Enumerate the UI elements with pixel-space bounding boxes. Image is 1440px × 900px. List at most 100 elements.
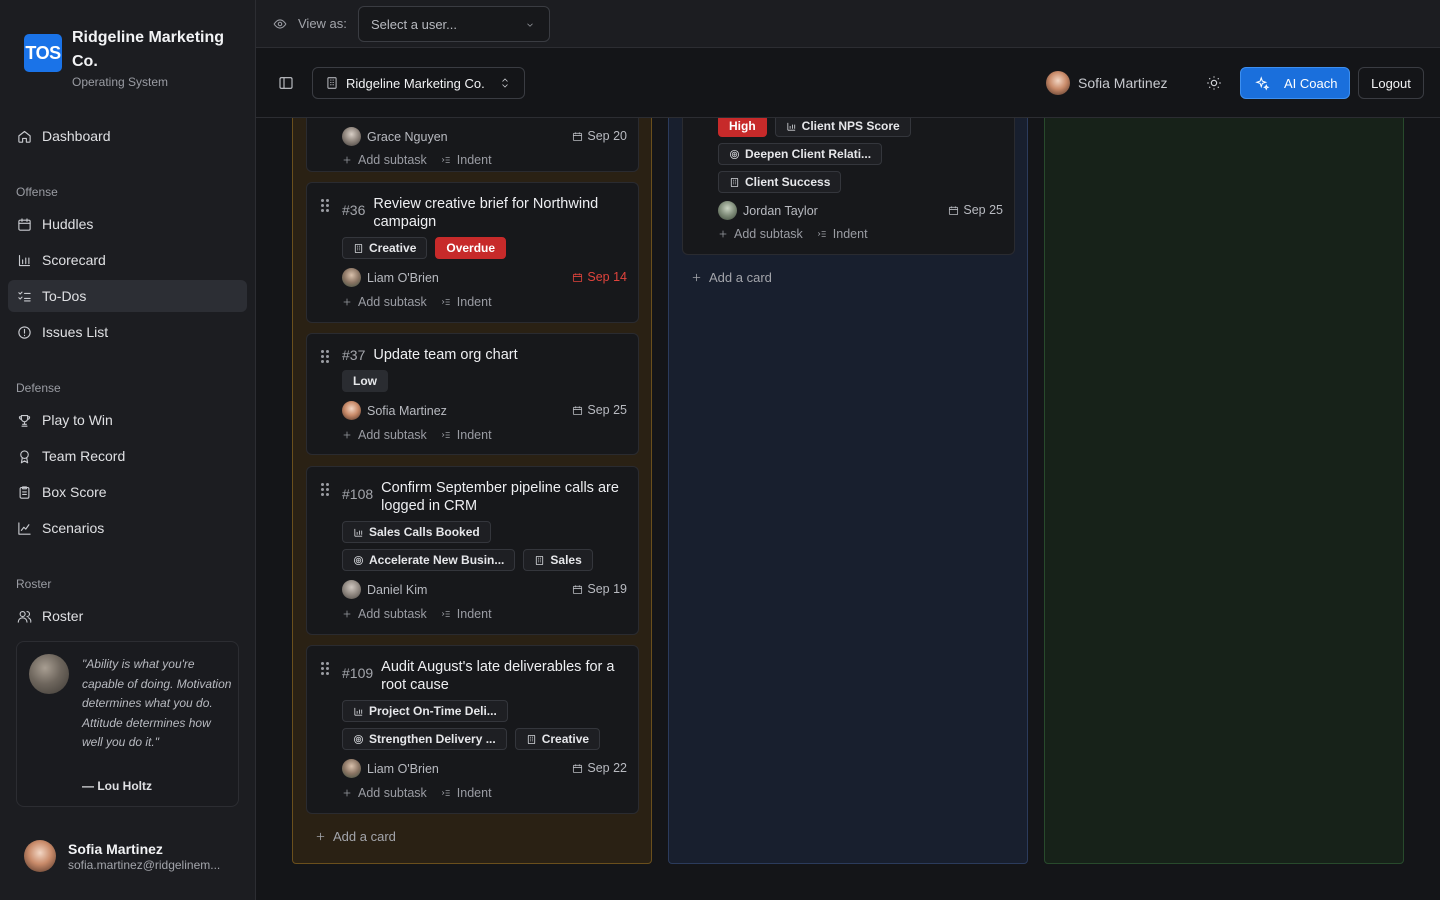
user-email: sofia.martinez@ridgelinem... [68, 857, 221, 872]
nav-label: To-Dos [42, 288, 87, 304]
card-title-text: Update team org chart [373, 347, 518, 363]
list-checks-icon [18, 291, 31, 301]
card-title[interactable]: #37 Update team org chart [342, 346, 627, 364]
goal-chip[interactable]: Strengthen Delivery ... [342, 728, 507, 750]
assignee: Sofia Martinez [342, 401, 447, 420]
due-date-text: Sep 25 [587, 403, 627, 417]
todo-card[interactable]: #37 Update team org chart Low Sofia Mart… [306, 333, 639, 455]
ai-coach-button[interactable]: AI Coach [1240, 67, 1350, 99]
clipboard-icon [19, 485, 30, 499]
nav-item-scenarios[interactable]: Scenarios [8, 512, 247, 544]
indent-button[interactable]: Indent [441, 295, 492, 309]
goal-chip[interactable]: Accelerate New Busin... [342, 549, 516, 571]
todo-card[interactable]: #109 Audit August's late deliverables fo… [306, 645, 639, 814]
indent-label: Indent [456, 295, 492, 309]
chip-label: Sales Calls Booked [369, 525, 480, 539]
nav-item-roster[interactable]: Roster [8, 600, 247, 632]
brand[interactable]: TOS Ridgeline Marketing Co. Operating Sy… [24, 26, 242, 89]
bar-chart-icon [354, 528, 363, 537]
add-subtask-button[interactable]: Add subtask [342, 295, 427, 309]
quote-card: "Ability is what you're capable of doing… [16, 641, 239, 807]
team-chip[interactable]: Client Success [718, 171, 842, 193]
card-title[interactable]: #108 Confirm September pipeline calls ar… [342, 479, 627, 515]
add-subtask-label: Add subtask [734, 227, 803, 241]
add-subtask-label: Add subtask [358, 153, 427, 167]
nav-label: Roster [42, 608, 84, 624]
building-icon [730, 177, 739, 187]
sun-icon[interactable] [1206, 75, 1222, 91]
avatar [342, 580, 361, 599]
chip-label: Client Success [745, 175, 831, 189]
indent-button[interactable]: Indent [441, 607, 492, 621]
todo-board: Grace Nguyen Sep 20 Add subtask Indent #… [256, 118, 1440, 900]
company-switcher[interactable]: Ridgeline Marketing Co. [312, 67, 525, 99]
add-subtask-button[interactable]: Add subtask [342, 607, 427, 621]
todo-card[interactable]: #108 Confirm September pipeline calls ar… [306, 466, 639, 635]
add-subtask-button[interactable]: Add subtask [718, 227, 803, 241]
add-card-button[interactable]: Add a card [315, 829, 396, 844]
indent-label: Indent [456, 607, 492, 621]
drag-handle-icon[interactable] [321, 199, 331, 213]
nav-item-box-score[interactable]: Box Score [8, 476, 247, 508]
nav-item-issues[interactable]: Issues List [8, 316, 247, 348]
add-subtask-label: Add subtask [358, 295, 427, 309]
nav-item-team-record[interactable]: Team Record [8, 440, 247, 472]
sidebar-toggle-icon[interactable] [278, 75, 294, 91]
card-title-text: Confirm September pipeline calls are log… [381, 480, 619, 514]
indent-icon [817, 231, 826, 237]
add-subtask-button[interactable]: Add subtask [342, 153, 427, 167]
nav-item-dashboard[interactable]: Dashboard [8, 120, 247, 152]
header-user-name: Sofia Martinez [1078, 75, 1168, 91]
nav-item-huddles[interactable]: Huddles [8, 208, 247, 240]
assignee-name: Sofia Martinez [367, 403, 447, 418]
indent-label: Indent [456, 428, 492, 442]
due-date: Sep 22 [572, 761, 627, 775]
indent-button[interactable]: Indent [441, 428, 492, 442]
nav-item-scorecard[interactable]: Scorecard [8, 244, 247, 276]
bar-chart-icon [354, 707, 363, 716]
logout-button[interactable]: Logout [1358, 67, 1424, 99]
metric-chip[interactable]: Client NPS Score [774, 118, 911, 137]
team-chip[interactable]: Sales [523, 549, 593, 571]
chip-label: Client NPS Score [801, 119, 900, 133]
avatar [342, 759, 361, 778]
view-as-select[interactable]: Select a user... [358, 6, 550, 42]
plus-icon [343, 298, 351, 306]
plus-icon [343, 156, 351, 164]
todo-card[interactable]: Grace Nguyen Sep 20 Add subtask Indent [306, 118, 639, 172]
indent-button[interactable]: Indent [441, 153, 492, 167]
indent-button[interactable]: Indent [817, 227, 868, 241]
user-profile[interactable]: Sofia Martinez sofia.martinez@ridgelinem… [24, 840, 220, 872]
team-chip[interactable]: Creative [342, 237, 428, 259]
team-chip[interactable]: Creative [514, 728, 601, 750]
nav-item-todos[interactable]: To-Dos [8, 280, 247, 312]
sparkles-icon [1255, 75, 1270, 90]
drag-handle-icon[interactable] [321, 483, 331, 497]
home-icon [18, 130, 31, 143]
todo-card[interactable]: High Client NPS Score Deepen Client Rela… [682, 118, 1015, 255]
add-subtask-button[interactable]: Add subtask [342, 428, 427, 442]
drag-handle-icon[interactable] [321, 350, 331, 364]
metric-chip[interactable]: Sales Calls Booked [342, 521, 491, 543]
target-icon [353, 734, 364, 744]
indent-icon [441, 299, 450, 305]
assignee-name: Daniel Kim [367, 582, 428, 597]
add-subtask-button[interactable]: Add subtask [342, 786, 427, 800]
nav-item-play-to-win[interactable]: Play to Win [8, 404, 247, 436]
add-card-button[interactable]: Add a card [691, 270, 772, 285]
card-number: #108 [342, 486, 374, 502]
quote-avatar [29, 654, 69, 694]
drag-handle-icon[interactable] [321, 662, 331, 676]
board-column-2: High Client NPS Score Deepen Client Rela… [668, 118, 1028, 864]
todo-card[interactable]: #36 Review creative brief for Northwind … [306, 182, 639, 323]
avatar [24, 840, 56, 872]
header-user[interactable]: Sofia Martinez [1046, 71, 1167, 95]
priority-badge: Low [342, 370, 388, 392]
indent-button[interactable]: Indent [441, 786, 492, 800]
goal-chip[interactable]: Deepen Client Relati... [718, 143, 883, 165]
metric-chip[interactable]: Project On-Time Deli... [342, 700, 508, 722]
card-title[interactable]: #36 Review creative brief for Northwind … [342, 195, 627, 231]
card-actions: Add subtask Indent [342, 786, 492, 800]
award-icon [20, 449, 29, 463]
card-title[interactable]: #109 Audit August's late deliverables fo… [342, 658, 632, 694]
